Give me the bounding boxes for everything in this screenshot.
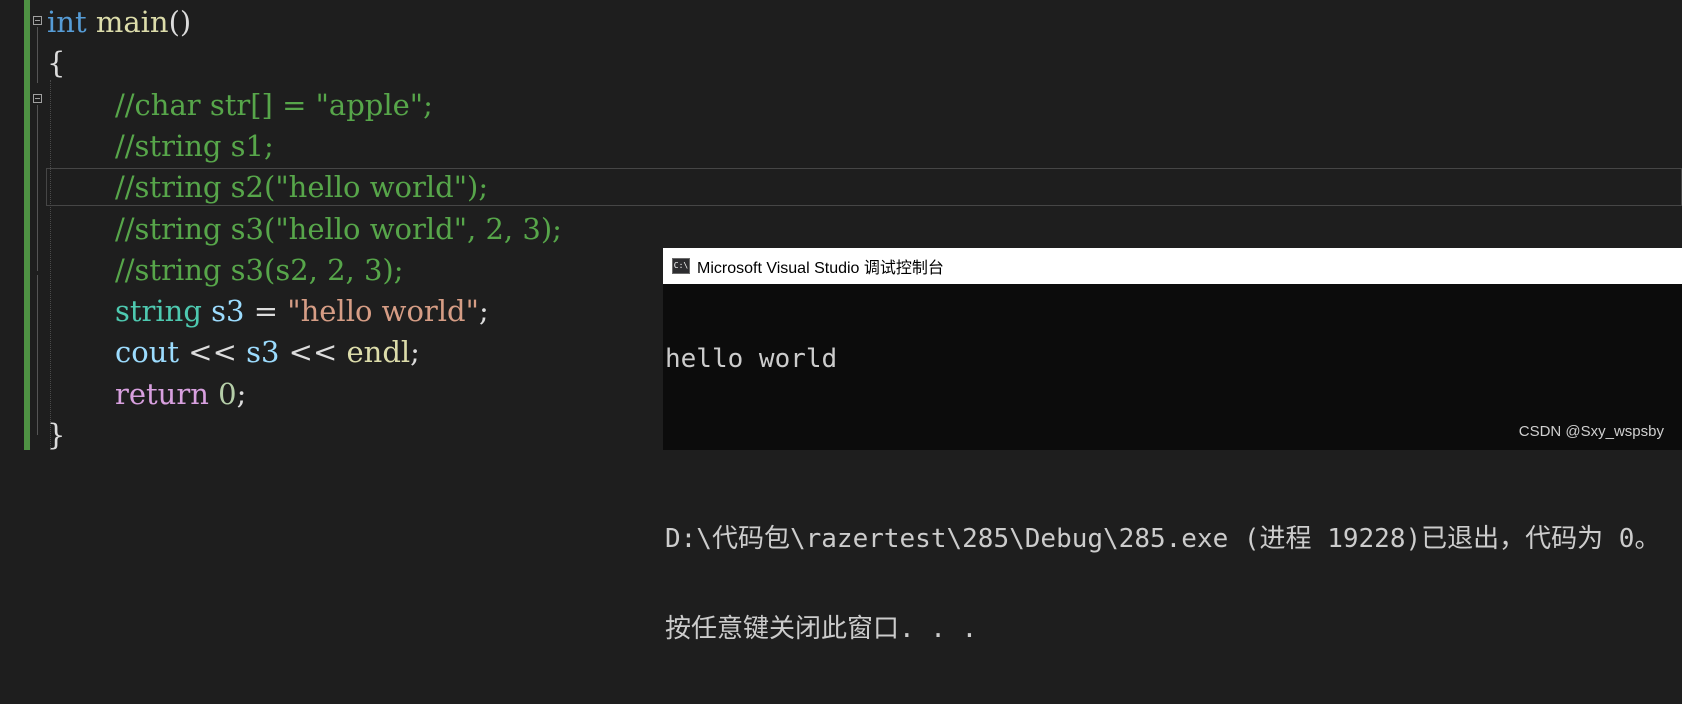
code-token: //char str[] = "apple"; <box>115 88 433 122</box>
code-line[interactable]: cout << s3 << endl; <box>47 332 420 373</box>
fold-guide-line <box>37 27 38 83</box>
code-line[interactable]: //char str[] = "apple"; <box>47 85 433 126</box>
code-line[interactable]: //string s2("hello world"); <box>47 167 488 208</box>
console-output-line: 按任意键关闭此窗口. . . <box>665 614 978 644</box>
console-title: Microsoft Visual Studio 调试控制台 <box>697 260 944 277</box>
fold-guide-line <box>37 105 38 271</box>
code-token: //string s3("hello world", 2, 3); <box>115 212 562 246</box>
code-line[interactable]: //string s3(s2, 2, 3); <box>47 250 404 291</box>
code-token: "hello world" <box>287 294 479 328</box>
code-token: int <box>47 5 87 39</box>
code-token: s3 <box>246 335 280 369</box>
code-token: ; <box>478 294 489 328</box>
csdn-watermark: CSDN @Sxy_wspsby <box>1518 423 1664 440</box>
fold-guide-line <box>37 275 38 435</box>
code-token: //string s3(s2, 2, 3); <box>115 253 404 287</box>
code-token: << <box>279 335 347 369</box>
change-tracking-bar <box>24 0 30 450</box>
code-line[interactable]: int main() <box>47 2 191 43</box>
console-output-line: hello world <box>665 344 838 374</box>
code-token: main <box>95 5 169 39</box>
code-line[interactable]: { <box>47 43 65 84</box>
code-token: ; <box>410 335 420 369</box>
code-line[interactable]: return 0; <box>47 374 246 415</box>
console-titlebar[interactable]: C:\ Microsoft Visual Studio 调试控制台 <box>663 248 1682 284</box>
collapse-comment-block-icon[interactable] <box>33 94 42 103</box>
code-token: s3 <box>211 294 245 328</box>
code-line[interactable]: //string s1; <box>47 126 274 167</box>
code-line[interactable]: string s3 = "hello world"; <box>47 291 489 332</box>
console-app-icon: C:\ <box>672 258 690 274</box>
code-token: return <box>115 377 209 411</box>
code-token: } <box>47 418 66 452</box>
collapse-main-icon[interactable] <box>33 16 42 25</box>
code-token: endl <box>346 335 411 369</box>
code-token: () <box>168 5 192 39</box>
code-token: string <box>115 294 202 328</box>
debug-console-window[interactable]: C:\ Microsoft Visual Studio 调试控制台 hello … <box>663 248 1682 644</box>
code-token: //string s2("hello world"); <box>115 170 489 204</box>
code-token: << <box>179 335 247 369</box>
code-token: ; <box>236 377 247 411</box>
console-output-line: D:\代码包\razertest\285\Debug\285.exe (进程 1… <box>665 524 1661 554</box>
code-token: cout <box>115 335 180 369</box>
code-token: 0 <box>218 377 237 411</box>
code-token: //string s1; <box>115 129 274 163</box>
code-token: = <box>244 294 288 328</box>
code-line[interactable]: //string s3("hello world", 2, 3); <box>47 209 562 250</box>
code-token: { <box>47 46 66 80</box>
